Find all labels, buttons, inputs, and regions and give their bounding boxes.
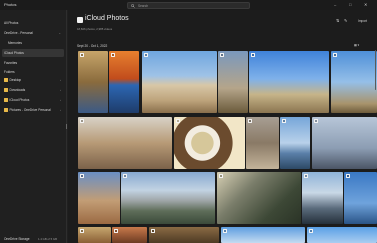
- select-checkbox[interactable]: [220, 53, 224, 57]
- select-checkbox[interactable]: [176, 119, 180, 123]
- select-checkbox[interactable]: [111, 53, 115, 57]
- folder-label: Downloads: [9, 88, 26, 92]
- photo-thumbnail[interactable]: [249, 51, 329, 113]
- photo-thumbnail[interactable]: [218, 51, 248, 113]
- chevron-right-icon[interactable]: ›: [60, 78, 61, 82]
- folder-item-pictures-onedrive[interactable]: Pictures - OneDrive Personal ›: [2, 106, 64, 114]
- photo-thumbnail[interactable]: [307, 227, 377, 243]
- sidebar-item-label: OneDrive - Personal: [4, 31, 33, 35]
- sidebar-item-label: All Photos: [4, 21, 19, 25]
- storage-label: OneDrive Storage: [4, 237, 30, 241]
- minimize-button[interactable]: –: [334, 2, 336, 7]
- sidebar-item-label: iCloud Photos: [4, 51, 24, 55]
- close-button[interactable]: ✕: [364, 2, 367, 7]
- select-checkbox[interactable]: [304, 174, 308, 178]
- photo-thumbnail[interactable]: [78, 117, 172, 169]
- select-checkbox[interactable]: [80, 174, 84, 178]
- sidebar-item-all-photos[interactable]: All Photos: [2, 19, 64, 27]
- sidebar-item-onedrive[interactable]: OneDrive - Personal ⌄: [2, 29, 64, 37]
- folder-icon: [4, 88, 8, 92]
- photo-thumbnail[interactable]: [280, 117, 310, 169]
- folder-icon: [4, 108, 8, 112]
- scrollbar-thumb[interactable]: [374, 50, 376, 90]
- chevron-down-icon[interactable]: ⌄: [58, 31, 61, 35]
- photo-thumbnail[interactable]: [112, 227, 147, 243]
- select-checkbox[interactable]: [248, 119, 252, 123]
- chevron-right-icon[interactable]: ›: [60, 108, 61, 112]
- select-checkbox[interactable]: [314, 119, 318, 123]
- photo-thumbnail[interactable]: [246, 117, 279, 169]
- folder-item-desktop[interactable]: Desktop ›: [2, 76, 64, 84]
- sidebar-item-memories[interactable]: Memories: [2, 39, 64, 47]
- search-box[interactable]: Search: [127, 2, 250, 9]
- photo-count: 18,826 photos, 2,985 videos: [77, 27, 113, 31]
- select-checkbox[interactable]: [223, 229, 227, 233]
- select-checkbox[interactable]: [80, 53, 84, 57]
- search-icon: [131, 3, 135, 8]
- page-title: iCloud Photos: [85, 15, 129, 22]
- select-checkbox[interactable]: [80, 119, 84, 123]
- folder-label: iCloud Photos: [9, 98, 30, 102]
- grid-size-selector[interactable]: ▦ ▾: [354, 43, 359, 47]
- sidebar-item-icloud-photos[interactable]: iCloud Photos: [2, 49, 64, 57]
- sidebar: All Photos OneDrive - Personal ⌄ Memorie…: [0, 10, 67, 243]
- photo-thumbnail[interactable]: [149, 227, 219, 243]
- photo-thumbnail[interactable]: [78, 227, 111, 243]
- folder-item-icloud-photos[interactable]: iCloud Photos ›: [2, 96, 64, 104]
- select-checkbox[interactable]: [123, 174, 127, 178]
- folder-icon: [4, 98, 8, 102]
- select-checkbox[interactable]: [114, 229, 118, 233]
- select-checkbox[interactable]: [151, 229, 155, 233]
- select-checkbox[interactable]: [144, 53, 148, 57]
- folder-item-downloads[interactable]: Downloads ›: [2, 86, 64, 94]
- photo-thumbnail[interactable]: [121, 172, 215, 224]
- photo-thumbnail[interactable]: [302, 172, 343, 224]
- photo-thumbnail[interactable]: [217, 172, 301, 224]
- select-checkbox[interactable]: [346, 174, 350, 178]
- photo-thumbnail[interactable]: [331, 51, 377, 113]
- photo-thumbnail[interactable]: [142, 51, 217, 113]
- filter-sort-icon[interactable]: ⇅: [336, 18, 339, 23]
- sidebar-resize-handle[interactable]: [66, 124, 67, 129]
- photo-thumbnail[interactable]: [174, 117, 245, 169]
- photo-thumbnail[interactable]: [312, 117, 377, 169]
- select-checkbox[interactable]: [251, 53, 255, 57]
- sidebar-item-favorites[interactable]: Favorites: [2, 59, 64, 67]
- select-checkbox[interactable]: [333, 53, 337, 57]
- select-checkbox[interactable]: [80, 229, 84, 233]
- select-checkbox[interactable]: [219, 174, 223, 178]
- search-placeholder: Search: [138, 3, 149, 8]
- folder-label: Desktop: [9, 78, 22, 82]
- app-title: Photos: [4, 2, 17, 7]
- sidebar-item-label: Memories: [8, 41, 22, 45]
- import-button[interactable]: Import: [358, 19, 367, 23]
- chevron-right-icon[interactable]: ›: [60, 88, 61, 92]
- photo-thumbnail[interactable]: [78, 172, 120, 224]
- edit-icon[interactable]: ✎: [344, 18, 347, 23]
- icloud-album-icon: [77, 17, 83, 23]
- photos-window: Photos Search – □ ✕ All Photos OneDrive …: [0, 0, 377, 243]
- date-range-header: Sept 20 - Oct 1, 2022: [77, 44, 108, 48]
- chevron-right-icon[interactable]: ›: [60, 98, 61, 102]
- folder-label: Pictures - OneDrive Personal: [9, 108, 51, 112]
- select-checkbox[interactable]: [282, 119, 286, 123]
- folder-icon: [4, 78, 8, 82]
- maximize-button[interactable]: □: [349, 2, 351, 7]
- storage-value: 1.4 GB of 5 GB: [38, 237, 57, 241]
- title-bar: Photos Search – □ ✕: [0, 0, 377, 10]
- photo-thumbnail[interactable]: [221, 227, 305, 243]
- select-checkbox[interactable]: [309, 229, 313, 233]
- folders-heading: Folders: [4, 70, 15, 74]
- sidebar-item-label: Favorites: [4, 61, 18, 65]
- photo-thumbnail[interactable]: [344, 172, 377, 224]
- photo-thumbnail[interactable]: [109, 51, 139, 113]
- photo-thumbnail[interactable]: [78, 51, 108, 113]
- main-content: iCloud Photos 18,826 photos, 2,985 video…: [68, 10, 377, 243]
